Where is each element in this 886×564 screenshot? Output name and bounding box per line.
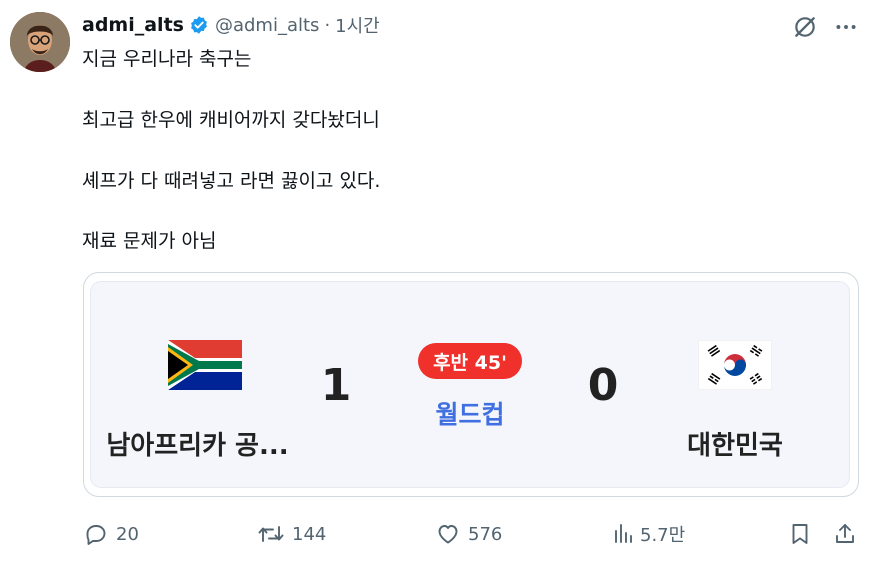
views-icon xyxy=(612,522,636,546)
more-icon[interactable] xyxy=(833,14,859,40)
reply-button[interactable]: 20 xyxy=(84,518,139,550)
avatar[interactable] xyxy=(10,12,70,72)
grok-icon[interactable] xyxy=(792,14,818,40)
like-button[interactable]: 576 xyxy=(436,518,502,550)
tweet-text-line: 재료 문제가 아님 xyxy=(82,230,217,252)
handle[interactable]: @admi_alts xyxy=(215,15,319,36)
timestamp[interactable]: 1시간 xyxy=(335,12,380,38)
tweet-header: admi_alts @admi_alts · 1시간 xyxy=(82,10,380,40)
competition-label: 월드컵 xyxy=(435,400,505,429)
reply-icon xyxy=(84,522,108,546)
repost-button[interactable]: 144 xyxy=(258,518,326,550)
away-team-name: 대한민국 xyxy=(687,431,783,461)
heart-icon xyxy=(436,522,460,546)
away-score: 0 xyxy=(587,360,619,411)
home-score: 1 xyxy=(320,360,352,411)
share-button[interactable] xyxy=(833,518,857,550)
views-button[interactable]: 5.7만 xyxy=(612,518,685,550)
bookmark-icon xyxy=(788,522,812,546)
reply-count: 20 xyxy=(116,523,139,545)
repost-icon xyxy=(258,522,284,546)
tweet-text-line: 최고급 한우에 캐비어까지 갖다놨더니 xyxy=(82,109,380,131)
tweet-text-line: 셰프가 다 때려넣고 라면 끓이고 있다. xyxy=(82,170,381,192)
bookmark-button[interactable] xyxy=(788,518,812,550)
tweet-text-line: 지금 우리나라 축구는 xyxy=(82,48,252,70)
like-count: 576 xyxy=(468,523,503,545)
separator-dot: · xyxy=(324,14,331,36)
share-icon xyxy=(833,522,857,546)
south-korea-flag-icon xyxy=(697,339,773,391)
south-africa-flag-icon xyxy=(168,340,242,390)
verified-badge-icon xyxy=(189,15,209,35)
home-team-name: 남아프리카 공... xyxy=(106,431,289,461)
repost-count: 144 xyxy=(292,523,327,545)
match-status-badge: 후반 45' xyxy=(418,343,522,379)
display-name[interactable]: admi_alts xyxy=(82,14,184,36)
views-count: 5.7만 xyxy=(640,525,686,546)
